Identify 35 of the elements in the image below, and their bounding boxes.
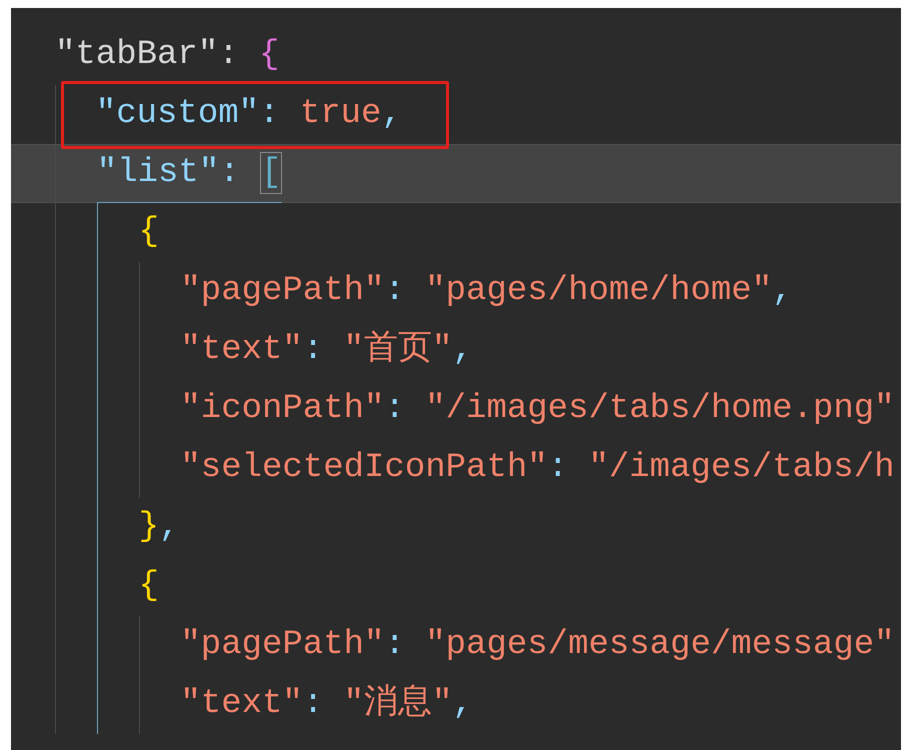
json-punctuation: : xyxy=(548,448,570,489)
json-key: : xyxy=(218,26,260,85)
json-key: "iconPath" xyxy=(180,380,384,439)
json-punctuation: : xyxy=(259,94,280,135)
json-value: "pages/home/home" xyxy=(425,271,772,312)
json-brace: { xyxy=(138,212,159,253)
json-punctuation: : xyxy=(384,625,406,666)
json-value: true xyxy=(300,94,382,135)
json-punctuation: : xyxy=(219,152,241,194)
json-punctuation: : xyxy=(384,271,406,312)
json-key: "pagePath" xyxy=(180,262,384,321)
json-value: "消息" xyxy=(344,683,452,725)
json-key: "list" xyxy=(96,144,220,202)
json-punctuation: , xyxy=(452,684,473,725)
json-brace: { xyxy=(259,35,280,76)
json-punctuation: : xyxy=(302,684,324,725)
json-key: "tabBar" xyxy=(55,26,218,85)
json-punctuation: : xyxy=(384,389,406,430)
json-value: "首页" xyxy=(344,329,452,371)
json-key: "custom" xyxy=(96,85,260,144)
json-brace: } xyxy=(138,507,159,548)
json-bracket: [ xyxy=(260,152,282,194)
json-punctuation: , xyxy=(159,507,180,548)
json-punctuation: , xyxy=(772,271,793,312)
json-key: "pagePath" xyxy=(180,616,384,675)
json-punctuation: : xyxy=(302,330,324,371)
json-brace: { xyxy=(138,566,159,607)
json-punctuation: , xyxy=(452,330,473,371)
json-key: "selectedIconPath" xyxy=(180,439,548,498)
json-value: "pages/message/message" xyxy=(425,625,895,666)
json-punctuation: , xyxy=(381,94,402,135)
json-value: "/images/tabs/h xyxy=(588,448,895,489)
json-key: "text" xyxy=(180,321,303,380)
json-key: "text" xyxy=(180,675,303,734)
json-value: "/images/tabs/home.png" xyxy=(425,389,895,430)
